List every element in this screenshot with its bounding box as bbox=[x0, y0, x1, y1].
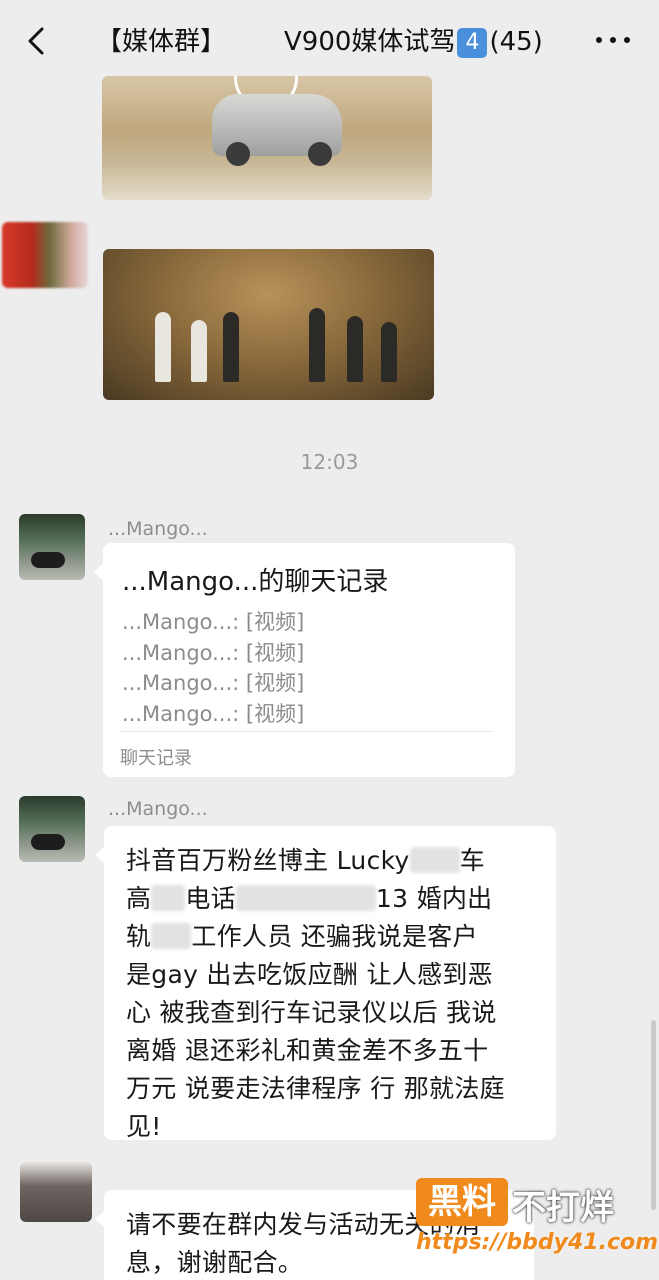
text-message-bubble[interactable]: 抖音百万粉丝博主 Lucky 车 高电话 13 婚内出 轨工作人员 还骗我说是客户 … bbox=[95, 826, 556, 1141]
wheel bbox=[226, 142, 250, 166]
person-figure bbox=[347, 316, 363, 382]
more-options-icon[interactable] bbox=[596, 30, 630, 50]
watermark: 黑料 不打烊 https://bbdy41.com bbox=[416, 1178, 658, 1262]
watermark-url: https://bbdy41.com bbox=[416, 1230, 659, 1255]
avatar[interactable] bbox=[2, 222, 88, 288]
chat-title: 【媒体群】 V900媒体试驾 4 (45) bbox=[96, 22, 543, 62]
chat-record-line: ...Mango...: [视频] bbox=[122, 701, 305, 726]
person-figure bbox=[309, 308, 325, 382]
person-figure bbox=[223, 312, 239, 382]
redacted-text bbox=[151, 923, 192, 949]
message-line: 工作人员 还骗我说是客户 bbox=[191, 922, 478, 951]
message-line: 轨 bbox=[126, 922, 152, 951]
person-figure bbox=[381, 322, 397, 382]
message-text: 抖音百万粉丝博主 Lucky 车 高电话 13 婚内出 轨工作人员 还骗我说是客户 … bbox=[126, 842, 538, 1146]
redacted-text bbox=[235, 885, 376, 911]
chat-record-line: ...Mango...: [视频] bbox=[122, 610, 305, 634]
motorbike-image bbox=[31, 552, 65, 568]
redacted-text bbox=[226, 27, 285, 58]
message-line: 是gay 出去吃饭应酬 让人感到恶 bbox=[126, 960, 493, 989]
person-figure bbox=[155, 312, 171, 382]
watermark-logo: 黑料 bbox=[416, 1178, 508, 1226]
message-line: 电话 bbox=[185, 884, 236, 913]
message-line: 13 婚内出 bbox=[375, 884, 493, 913]
message-line: 高 bbox=[126, 884, 152, 913]
avatar[interactable] bbox=[20, 1162, 92, 1222]
chat-record-card[interactable]: ...Mango...的聊天记录 ...Mango...: [视频] ...Ma… bbox=[94, 543, 515, 777]
sender-name: ...Mango... bbox=[108, 798, 208, 820]
sender-name: ...Mango... bbox=[108, 518, 208, 540]
message-line: 车 bbox=[459, 846, 485, 875]
divider bbox=[120, 731, 493, 732]
chat-header: 【媒体群】 V900媒体试驾 4 (45) bbox=[0, 0, 659, 82]
redacted-text bbox=[151, 885, 186, 911]
number-badge-icon: 4 bbox=[457, 27, 488, 58]
avatar[interactable] bbox=[19, 514, 85, 580]
motorbike-image bbox=[31, 834, 65, 850]
chat-title-prefix: 【媒体群】 bbox=[96, 27, 227, 57]
chat-title-name: V900媒体试驾 bbox=[284, 27, 456, 57]
wheel bbox=[308, 142, 332, 166]
redacted-text bbox=[409, 847, 460, 873]
time-divider: 12:03 bbox=[300, 450, 359, 474]
message-line: 见! bbox=[126, 1112, 162, 1141]
chat-record-line: ...Mango...: [视频] bbox=[122, 671, 305, 695]
chat-record-footer: 聊天记录 bbox=[120, 748, 192, 769]
avatar[interactable] bbox=[19, 796, 85, 862]
message-line: 抖音百万粉丝博主 Lucky bbox=[126, 846, 410, 875]
person-figure bbox=[191, 320, 207, 382]
message-line: 心 被我查到行车记录仪以后 我说 bbox=[126, 998, 497, 1027]
watermark-text: 不打烊 bbox=[512, 1188, 614, 1228]
back-arrow-icon[interactable] bbox=[22, 26, 52, 56]
chat-record-title: ...Mango...的聊天记录 bbox=[122, 567, 389, 597]
image-message[interactable] bbox=[103, 249, 434, 400]
video-thumbnail[interactable] bbox=[102, 76, 432, 200]
message-line: 离婚 退还彩礼和黄金差不多五十 bbox=[126, 1036, 489, 1065]
chat-record-line: ...Mango...: [视频] bbox=[122, 640, 305, 665]
member-count: (45) bbox=[489, 27, 543, 57]
message-line: 万元 说要走法律程序 行 那就法庭 bbox=[126, 1074, 505, 1103]
